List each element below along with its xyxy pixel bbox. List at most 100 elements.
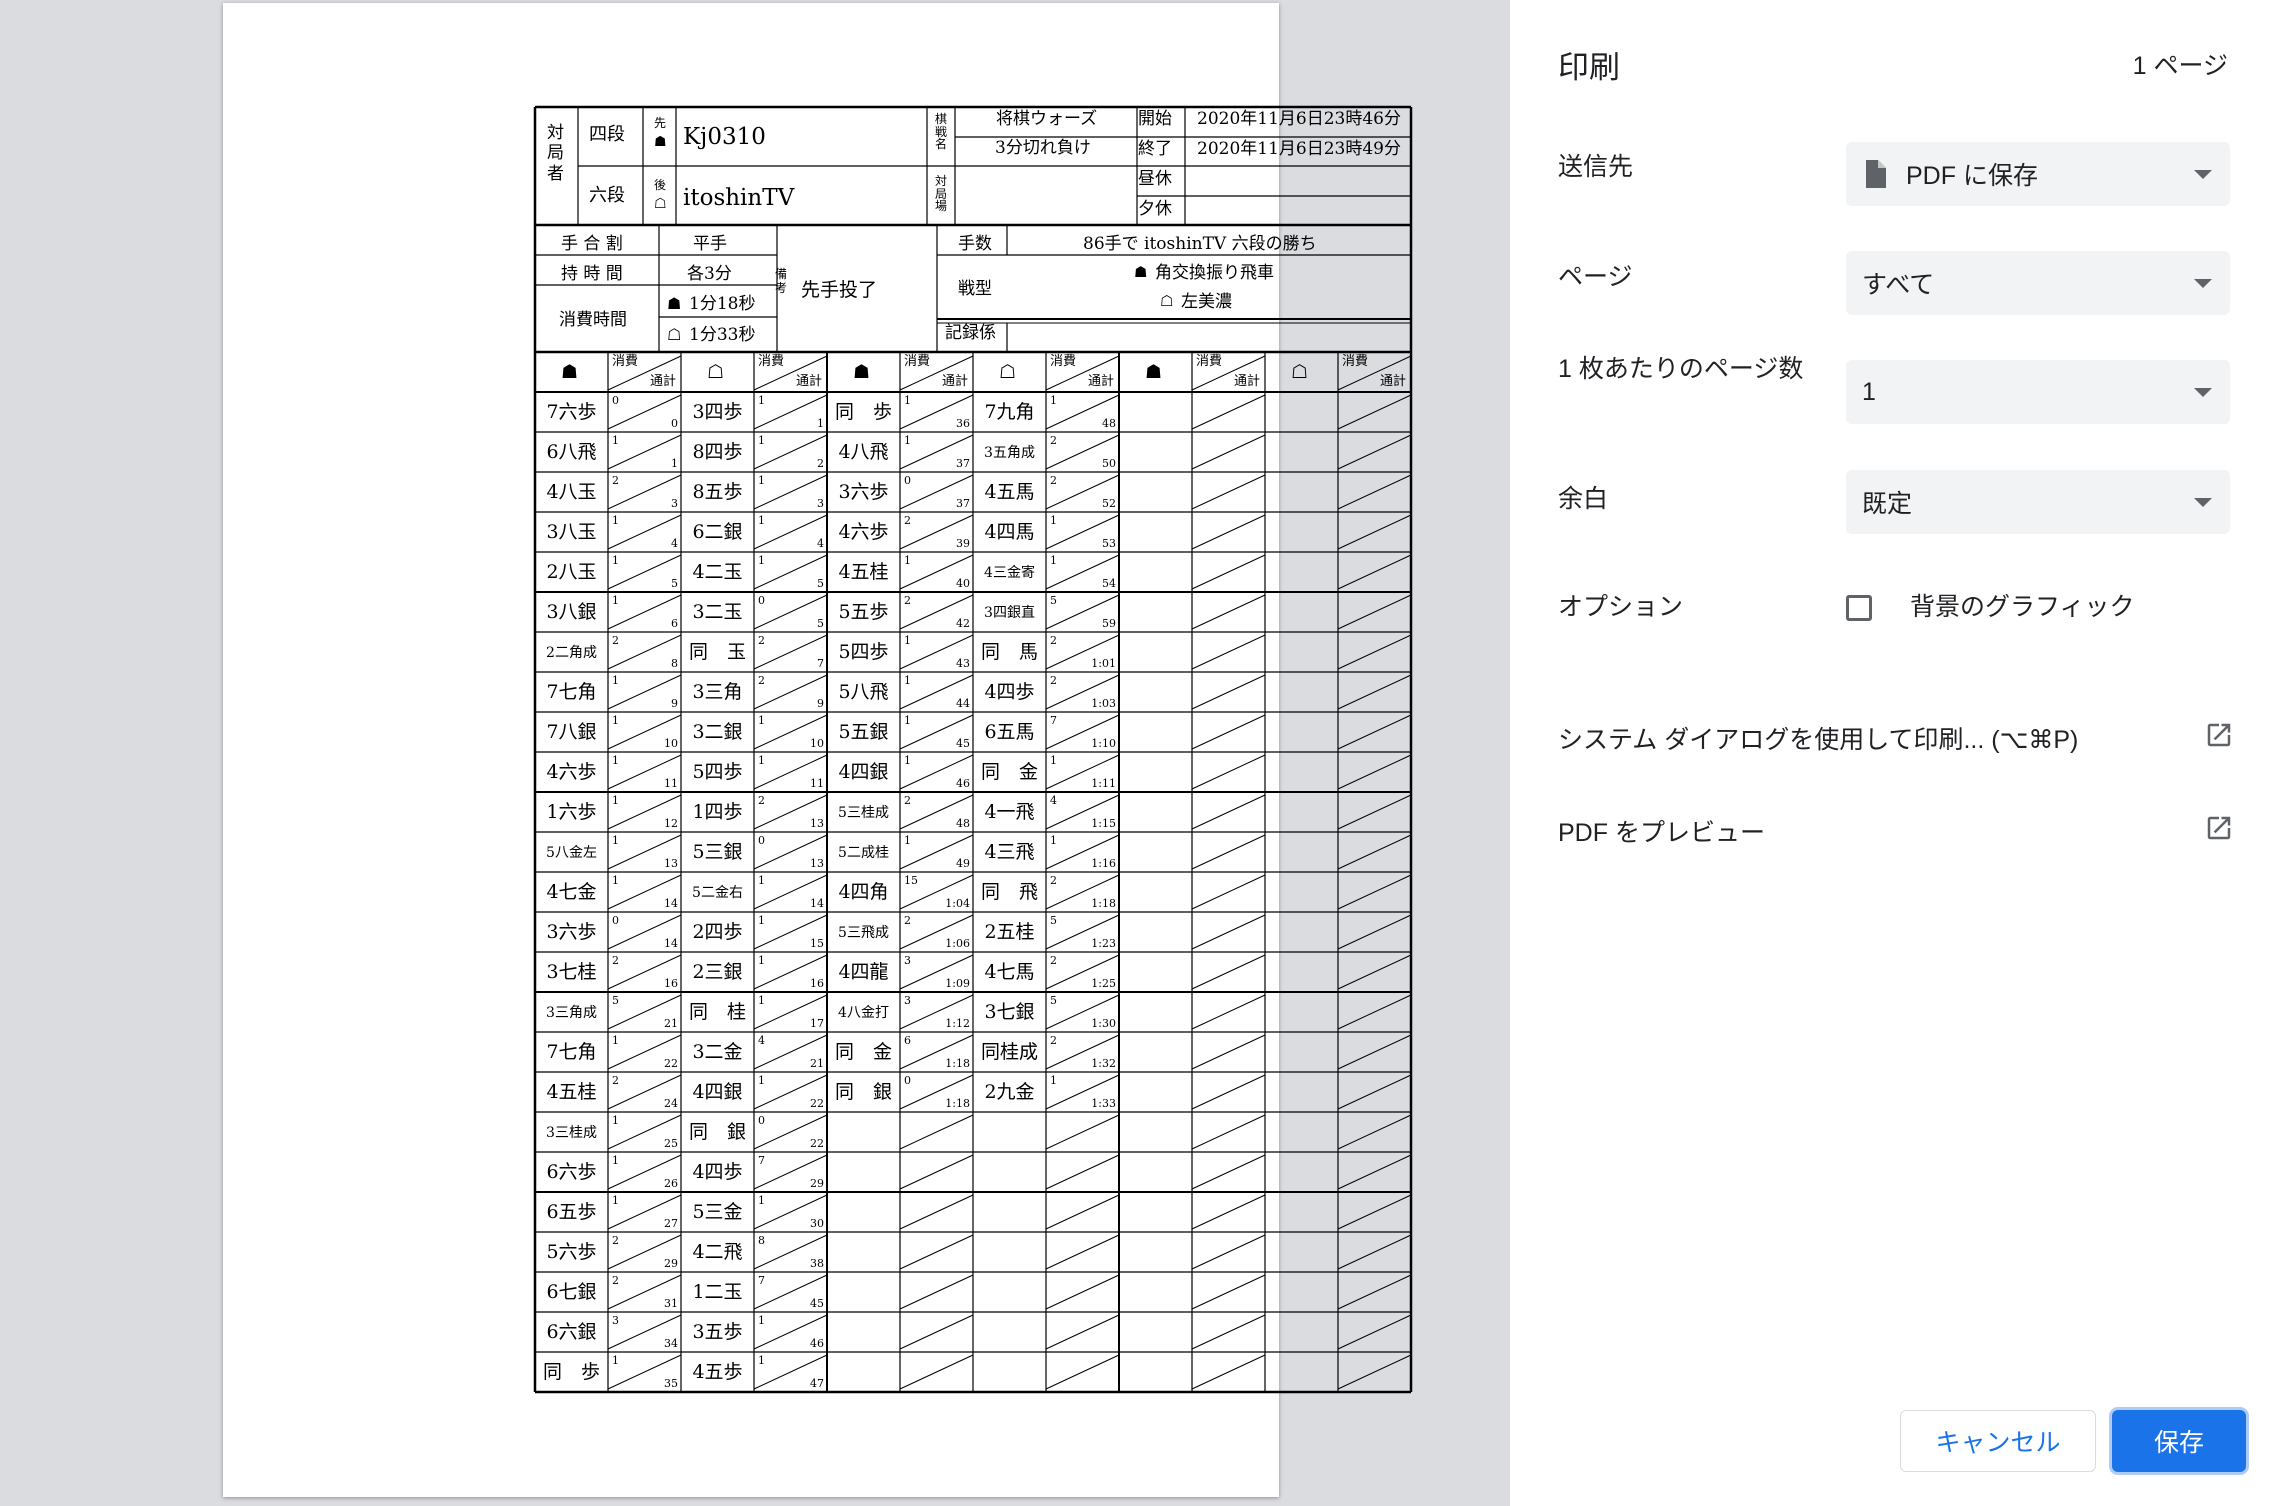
time-used: 1	[612, 754, 619, 767]
time-used: 1	[758, 954, 765, 967]
open-external-icon	[2207, 816, 2231, 840]
time-used: 1	[612, 1114, 619, 1127]
time-total: 43	[956, 657, 970, 670]
time-used: 2	[904, 914, 911, 927]
cancel-button[interactable]: キャンセル	[1900, 1410, 2096, 1472]
time-total: 1:10	[1091, 737, 1116, 750]
time-total: 27	[664, 1217, 678, 1230]
time-total: 29	[664, 1257, 678, 1270]
time-total: 3	[671, 497, 678, 510]
move-cell: 4四馬	[984, 521, 1035, 543]
move-cell: 6六歩	[546, 1161, 597, 1183]
time-total: 1:06	[945, 937, 970, 950]
time-used: 1	[612, 714, 619, 727]
time-used: 1	[758, 874, 765, 887]
sente-used: 1分18秒	[689, 294, 756, 314]
sente-rank: 四段	[589, 124, 625, 145]
time-total: 37	[956, 497, 970, 510]
gote-column-icon: ☖	[999, 361, 1017, 383]
time-used-header: 消費	[904, 354, 931, 369]
time-total: 1:09	[945, 977, 970, 990]
event-value: 将棋ウォーズ	[996, 109, 1098, 129]
time-used: 1	[904, 674, 911, 687]
move-cell: 4八金打	[838, 1005, 889, 1021]
time-used: 1	[758, 994, 765, 1007]
time-total: 52	[1102, 497, 1116, 510]
pages-value: すべて	[1862, 271, 1935, 299]
time-used: 1	[758, 474, 765, 487]
time-total: 25	[664, 1137, 678, 1150]
sente-mark-label: 先	[654, 116, 667, 130]
gote-used: 1分33秒	[689, 325, 756, 345]
time-used: 1	[904, 434, 911, 447]
time-total: 1:03	[1091, 697, 1116, 710]
system-dialog-link[interactable]: システム ダイアログを使用して印刷... (⌥⌘P)	[1558, 720, 2234, 756]
move-cell: 6八飛	[546, 441, 597, 463]
time-total: 54	[1102, 577, 1116, 590]
pages-select[interactable]: すべて	[1846, 251, 2230, 315]
sente-name: Kj0310	[683, 124, 766, 150]
time-total: 49	[956, 857, 970, 870]
sente-used-icon: ☗	[667, 294, 682, 313]
move-cell: 4六歩	[838, 521, 889, 543]
margins-select[interactable]: 既定	[1846, 470, 2230, 534]
time-used: 2	[904, 794, 911, 807]
time-used: 1	[758, 434, 765, 447]
pages-per-sheet-select[interactable]: 1	[1846, 360, 2230, 424]
move-cell: 4四歩	[692, 1161, 743, 1183]
time-used: 0	[612, 394, 619, 407]
time-total: 1:30	[1091, 1017, 1116, 1030]
time-total: 9	[817, 697, 824, 710]
used-time-label: 消費時間	[559, 310, 627, 330]
move-cell: 3五角成	[984, 445, 1035, 461]
sente-strategy-icon: ☗	[1134, 263, 1148, 281]
time-used: 1	[758, 554, 765, 567]
move-cell: 6七銀	[546, 1281, 597, 1303]
time-total: 34	[664, 1337, 678, 1350]
moves-value: 86手で itoshinTV 六段の勝ち	[1083, 234, 1317, 254]
move-cell: 4一飛	[984, 801, 1035, 823]
time-total: 11	[810, 777, 824, 790]
time-total: 3	[817, 497, 824, 510]
time-used: 1	[904, 394, 911, 407]
background-graphics-checkbox[interactable]	[1846, 595, 1872, 621]
background-graphics-label[interactable]: 背景のグラフィック	[1910, 588, 2135, 627]
move-cell: 5三飛成	[838, 925, 889, 941]
move-cell: 3八玉	[546, 521, 597, 543]
move-cell: 4六歩	[546, 761, 597, 783]
move-cell: 7九角	[984, 401, 1035, 423]
gote-column-icon: ☖	[1291, 361, 1309, 383]
time-used: 1	[1050, 554, 1057, 567]
time-used: 1	[612, 514, 619, 527]
move-cell: 2五桂	[984, 921, 1035, 943]
time-total: 6	[671, 617, 678, 630]
time-used: 1	[612, 434, 619, 447]
save-button[interactable]: 保存	[2112, 1410, 2246, 1472]
pdf-preview-link[interactable]: PDF をプレビュー	[1558, 813, 2234, 849]
move-cell: 6五歩	[546, 1201, 597, 1223]
time-total: 1	[817, 417, 824, 430]
handicap-value: 平手	[693, 234, 727, 254]
time-total: 14	[664, 937, 678, 950]
time-used: 4	[758, 1034, 765, 1047]
players-label: 対局者	[547, 123, 564, 184]
move-cell: 5三銀	[692, 841, 743, 863]
time-total: 26	[664, 1177, 678, 1190]
move-cell: 3二玉	[692, 601, 743, 623]
time-used: 3	[612, 1314, 619, 1327]
move-cell: 4五桂	[546, 1081, 597, 1103]
gote-strategy: 左美濃	[1181, 292, 1232, 312]
margins-value: 既定	[1862, 490, 1913, 518]
time-used: 1	[612, 834, 619, 847]
kifu-sheet: 対局者 四段 先 ☗ Kj0310 六段 後 ☖ itoshinTV 棋戦名 対…	[533, 105, 1413, 1395]
time-used: 2	[1050, 874, 1057, 887]
move-cell: 5三金	[692, 1201, 743, 1223]
time-used: 3	[904, 994, 911, 1007]
time-used: 2	[612, 1074, 619, 1087]
time-used: 5	[1050, 594, 1057, 607]
time-used: 2	[1050, 954, 1057, 967]
time-total: 1:23	[1091, 937, 1116, 950]
destination-select[interactable]: PDF に保存	[1846, 142, 2230, 206]
move-cell: 4七金	[546, 881, 597, 903]
time-used: 1	[612, 554, 619, 567]
